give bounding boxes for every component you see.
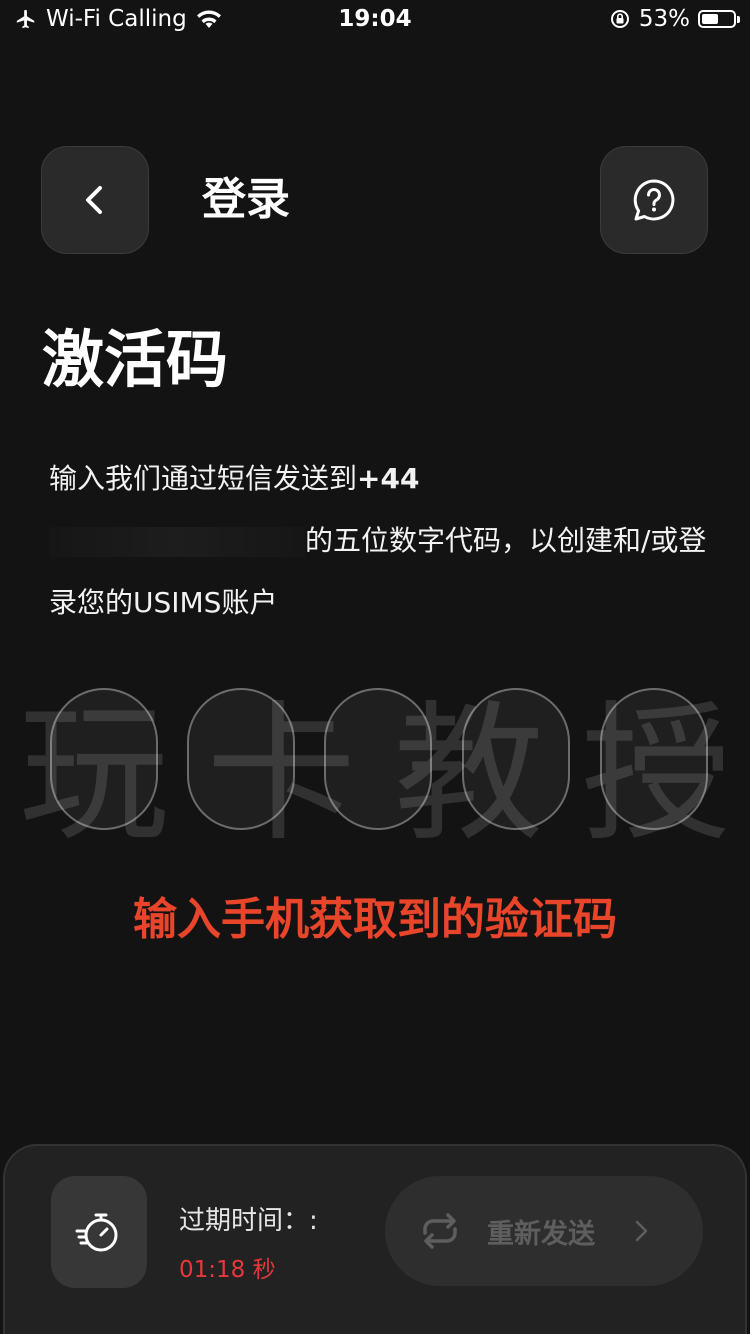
timer-box [51,1176,147,1288]
redacted-phone-number [49,527,305,557]
chevron-right-icon [635,1220,648,1242]
orientation-lock-icon [610,10,629,28]
status-right: 53% [609,6,740,32]
instructions-prefix: 输入我们通过短信发送到 [49,462,358,495]
code-digit-input-2[interactable] [187,688,295,830]
resend-button[interactable]: 重新发送 [385,1176,703,1286]
chevron-left-icon [86,186,102,214]
bottom-panel: 过期时间：: 01:18 秒 重新发送 [3,1144,747,1334]
expiry-label: 过期时间：: [179,1206,318,1236]
battery-icon [698,10,740,28]
expiry-countdown: 01:18 秒 [179,1257,276,1283]
header-title: 登录 [202,174,290,225]
help-button[interactable] [600,146,708,254]
page-title: 激活码 [42,323,229,396]
overlay-hint: 输入手机获取到的验证码 [133,894,617,945]
phone-prefix: +44 [357,462,420,495]
stopwatch-icon [75,1213,118,1252]
instructions-text: 输入我们通过短信发送到+44 的五位数字代码，以创建和/或登录您的USIMS账户 [49,448,709,634]
code-digit-input-1[interactable] [50,688,158,830]
resend-label: 重新发送 [487,1218,595,1250]
refresh-icon [423,1213,457,1249]
back-button[interactable] [41,146,149,254]
code-digit-input-4[interactable] [462,688,570,830]
battery-percent: 53% [638,6,690,32]
code-digit-input-5[interactable] [600,688,708,830]
help-bubble-icon [633,179,675,221]
status-bar: Wi-Fi Calling 19:04 53% [0,0,750,42]
code-digit-input-3[interactable] [324,688,432,830]
battery-fill [702,14,718,24]
